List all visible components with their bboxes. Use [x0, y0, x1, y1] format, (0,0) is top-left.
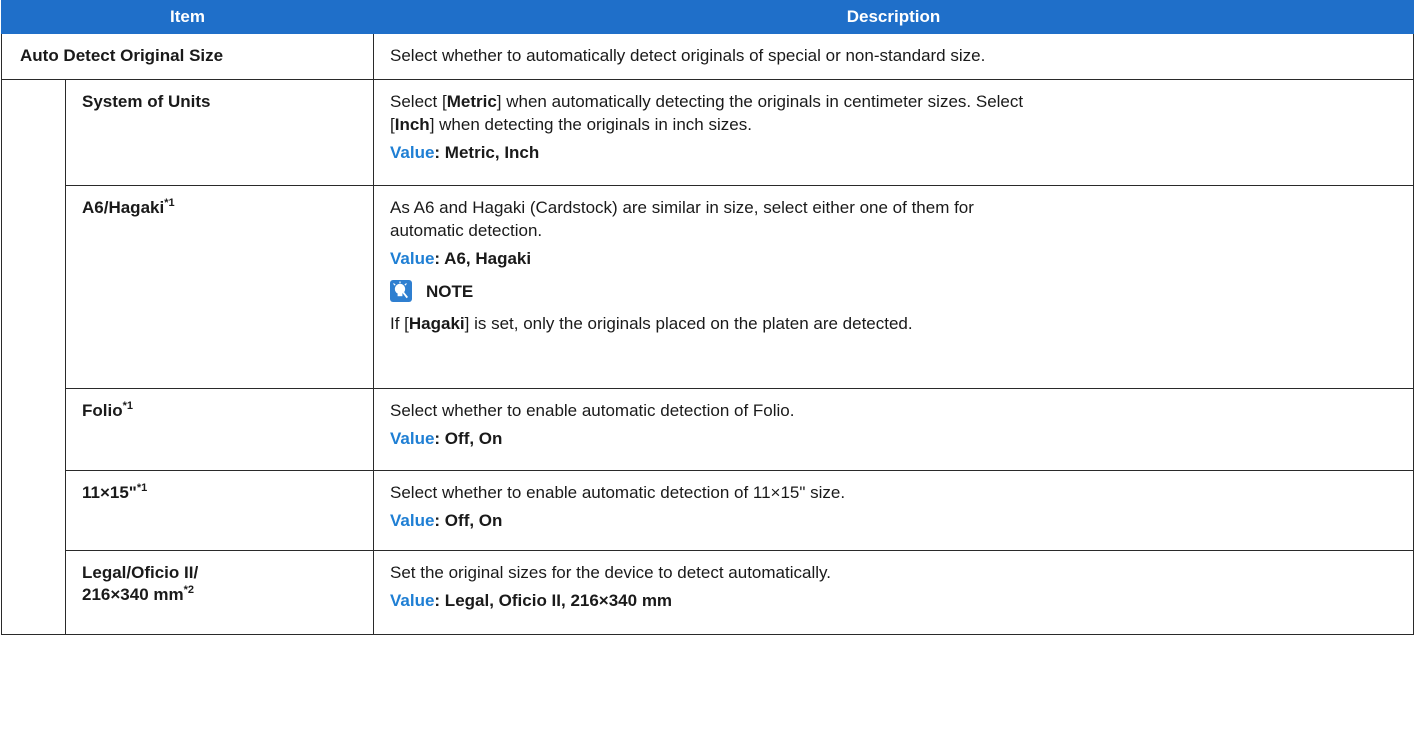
value-text: : Metric, Inch: [434, 143, 540, 162]
description-cell: Select whether to enable automatic detec…: [373, 470, 1414, 551]
note-title: NOTE: [426, 281, 474, 301]
item-cell: Folio*1: [65, 388, 374, 471]
footnote-mark: *2: [183, 584, 195, 596]
description-line: automatic detection.: [390, 221, 543, 240]
table-row: System of Units Select [Metric] when aut…: [1, 79, 1414, 635]
table-row: Folio*1 Select whether to enable automat…: [2, 388, 1414, 471]
item-cell: A6/Hagaki*1: [65, 185, 374, 389]
value-label: Value: [390, 511, 435, 530]
item-label: Auto Detect Original Size: [20, 46, 224, 65]
item-cell: System of Units: [65, 79, 374, 186]
table-row: 11×15"*1 Select whether to enable automa…: [2, 470, 1414, 551]
description-cell: Select whether to enable automatic detec…: [373, 388, 1414, 471]
footnote-mark: *1: [136, 482, 148, 494]
footnote-mark: *1: [122, 400, 134, 412]
description-line: Select [Metric] when automatically detec…: [390, 92, 1024, 111]
description-line: [Inch] when detecting the originals in i…: [390, 115, 752, 134]
description-text: Select whether to automatically detect o…: [390, 46, 986, 65]
table-row: A6/Hagaki*1 As A6 and Hagaki (Cardstock)…: [2, 185, 1414, 389]
note-text: If [Hagaki] is set, only the originals p…: [390, 314, 913, 333]
item-cell: Auto Detect Original Size: [1, 33, 374, 80]
item-cell: Legal/Oficio II/ 216×340 mm*2: [65, 550, 374, 635]
value-label: Value: [390, 429, 435, 448]
item-label: System of Units: [82, 92, 211, 111]
footnote-mark: *1: [164, 197, 175, 209]
note-header: NOTE: [390, 278, 1403, 304]
header-item: Item: [1, 0, 374, 34]
value-label: Value: [390, 591, 435, 610]
value-text: : Off, On: [434, 511, 503, 530]
item-label: A6/Hagaki: [82, 198, 165, 217]
table-header-row: Item Description: [1, 0, 1414, 34]
value-label: Value: [390, 249, 435, 268]
header-description: Description: [373, 0, 1414, 34]
table-row: Legal/Oficio II/ 216×340 mm*2 Set the or…: [2, 550, 1414, 635]
description-text: Select whether to enable automatic detec…: [390, 401, 795, 420]
value-label: Value: [390, 143, 435, 162]
value-line: Value: Legal, Oficio II, 216×340 mm: [390, 589, 1403, 612]
description-text: Select whether to enable automatic detec…: [390, 483, 846, 502]
value-line: Value: Metric, Inch: [390, 141, 1403, 164]
item-label: Folio: [82, 401, 123, 420]
item-label: 216×340 mm: [82, 585, 184, 604]
value-text: : Off, On: [434, 429, 503, 448]
item-label: 11×15": [82, 483, 137, 502]
description-cell: Set the original sizes for the device to…: [373, 550, 1414, 635]
description-line: As A6 and Hagaki (Cardstock) are similar…: [390, 198, 974, 217]
value-text: : A6, Hagaki: [434, 249, 532, 268]
value-line: Value: Off, On: [390, 509, 1403, 532]
indent-cell: [1, 79, 66, 635]
description-text: Set the original sizes for the device to…: [390, 563, 831, 582]
description-cell: Select [Metric] when automatically detec…: [373, 79, 1414, 186]
value-line: Value: Off, On: [390, 427, 1403, 450]
item-cell: 11×15"*1: [65, 470, 374, 551]
item-label: Legal/Oficio II/: [82, 563, 199, 582]
description-cell: Select whether to automatically detect o…: [373, 33, 1414, 80]
settings-table: Item Description Auto Detect Original Si…: [1, 0, 1414, 635]
value-text: : Legal, Oficio II, 216×340 mm: [434, 591, 673, 610]
description-cell: As A6 and Hagaki (Cardstock) are similar…: [373, 185, 1414, 389]
value-line: Value: A6, Hagaki: [390, 247, 1403, 270]
table-row: Auto Detect Original Size Select whether…: [1, 33, 1414, 80]
lightbulb-icon: [390, 280, 412, 302]
